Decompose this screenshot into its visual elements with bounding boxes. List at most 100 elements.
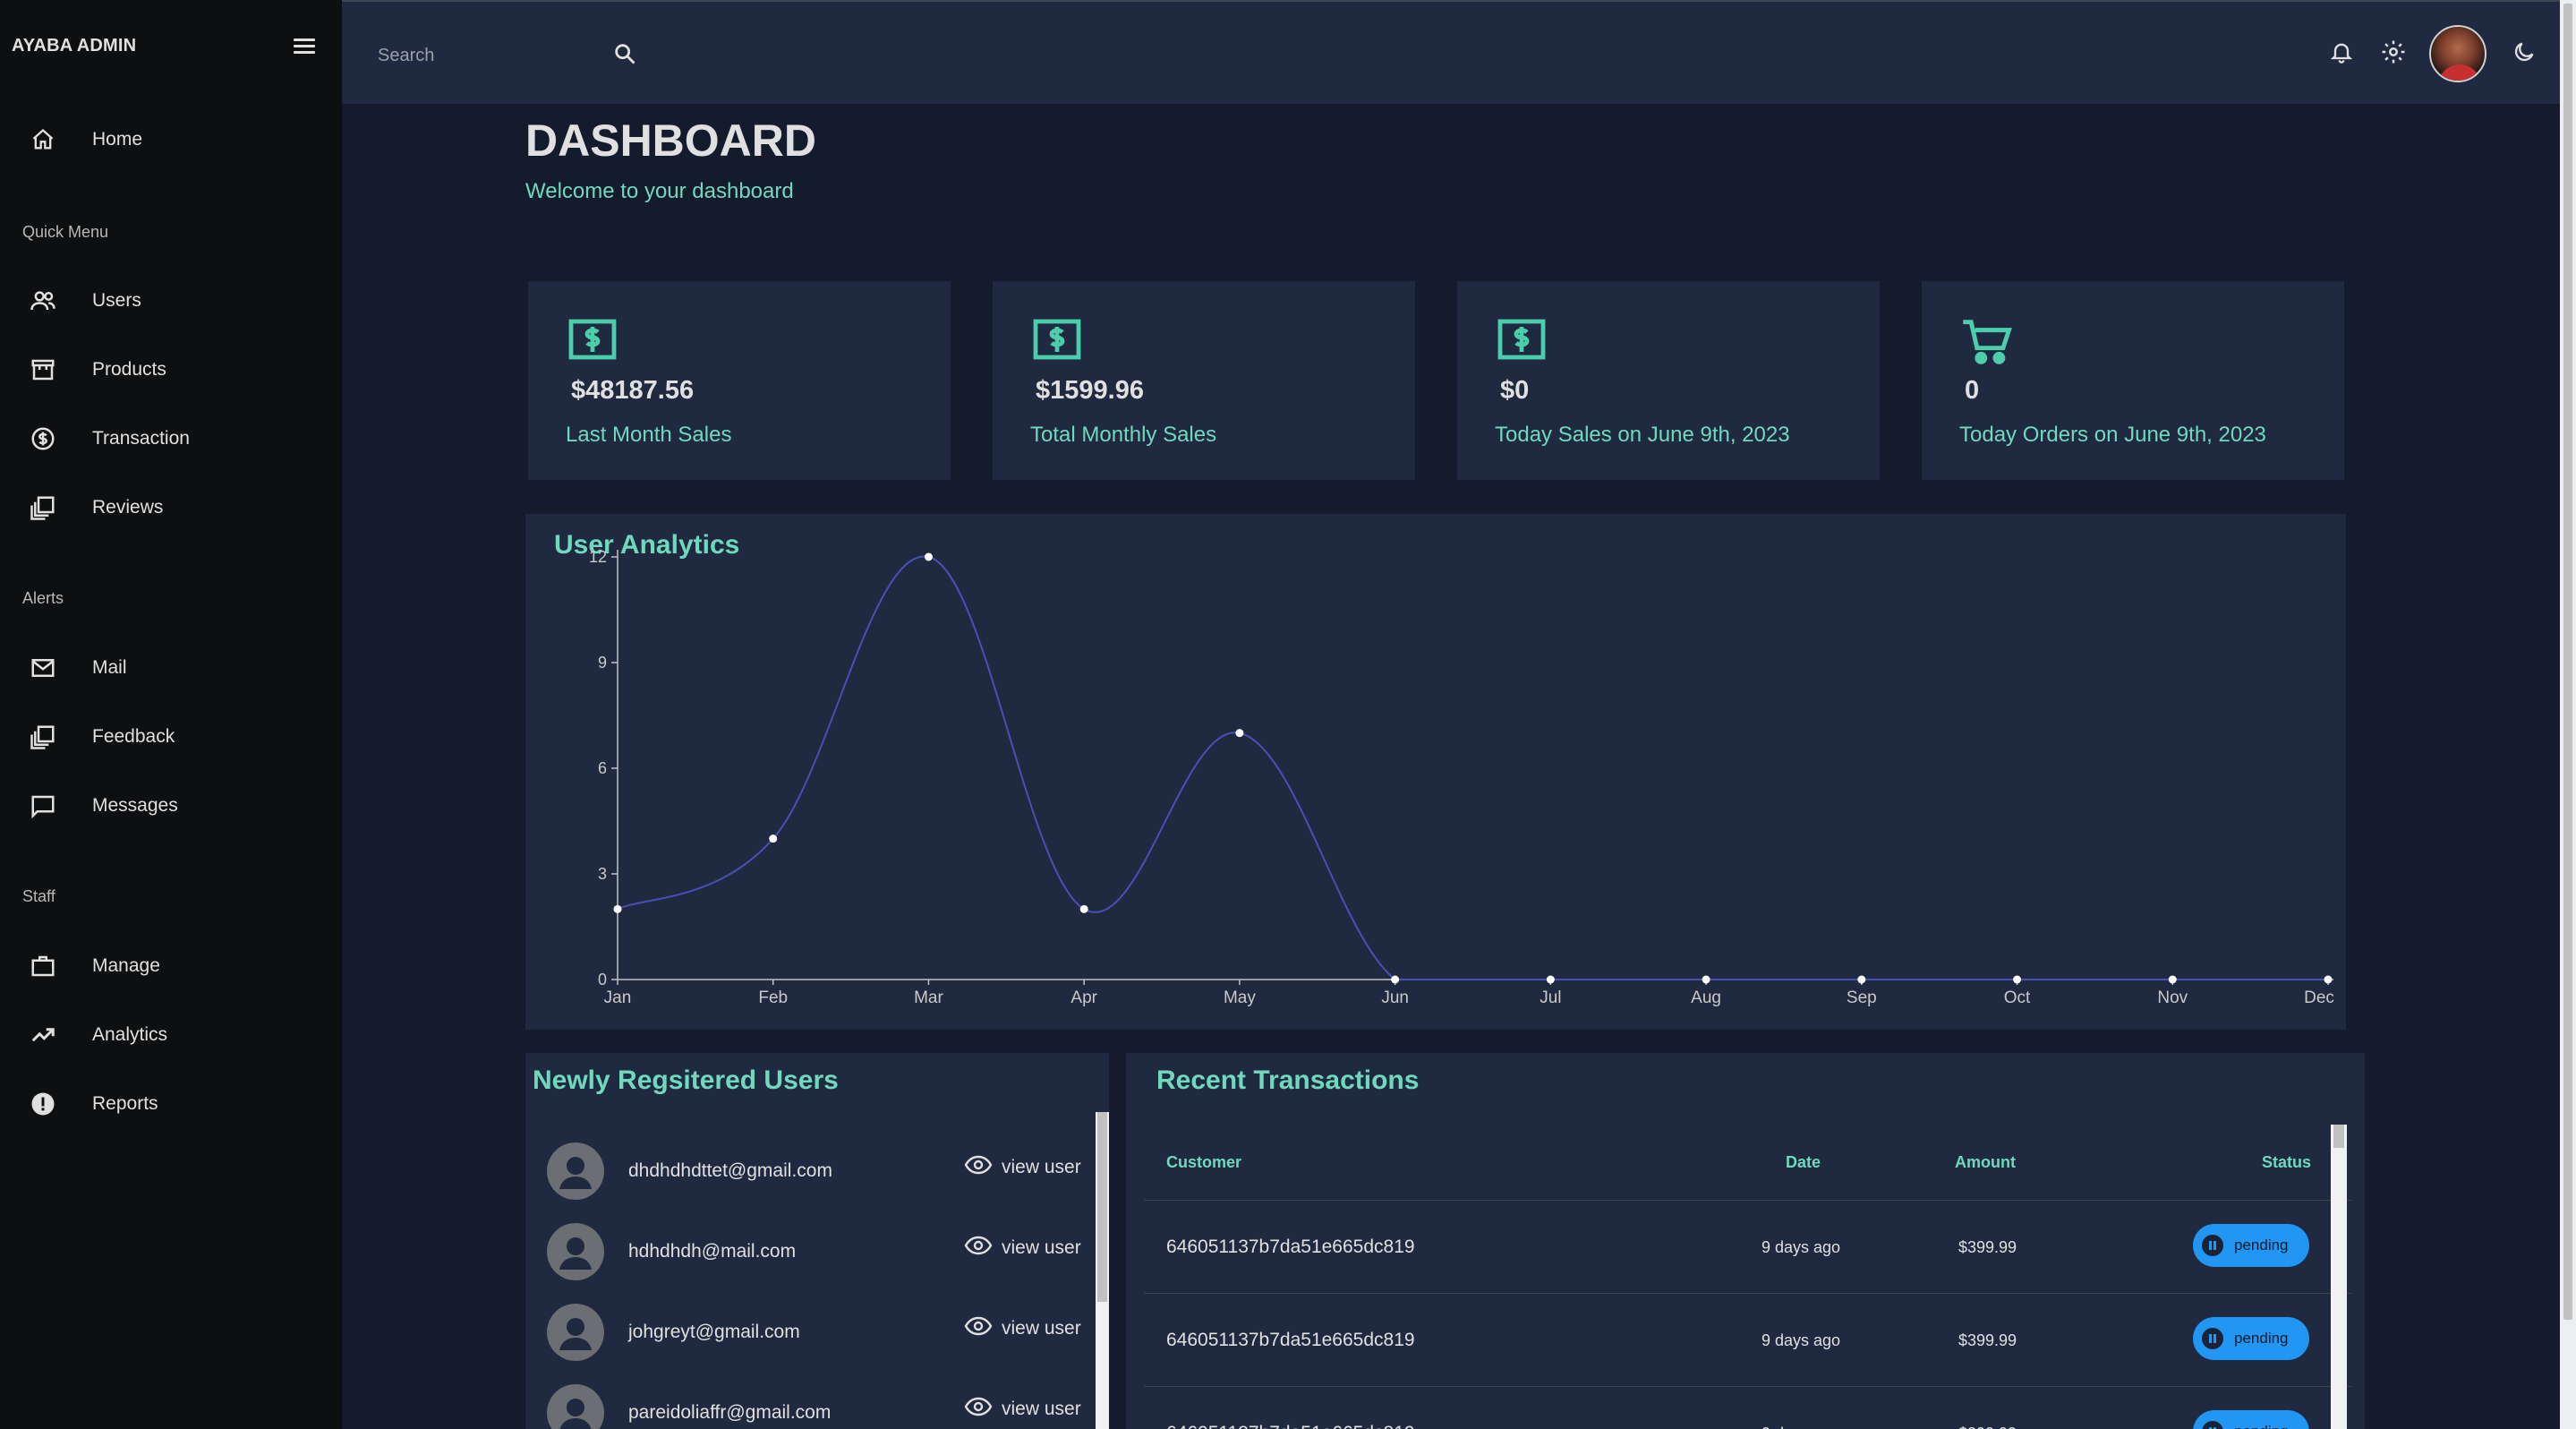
sidebar-item-label: Home <box>92 129 143 150</box>
new-users-panel: Newly Regsitered Users dhdhdhdttet@gmail… <box>525 1053 1109 1429</box>
sidebar: AYABA ADMIN Home Quick Menu Users Produc… <box>0 0 342 1429</box>
recent-transactions-panel: Recent Transactions Customer Date Amount… <box>1126 1053 2365 1429</box>
stat-card-today-sales: $0 Today Sales on June 9th, 2023 <box>1457 281 1880 480</box>
sidebar-item-label: Transaction <box>92 428 190 449</box>
section-staff: Staff <box>22 887 55 905</box>
x-tick-label: Mar <box>914 988 943 1007</box>
stat-value: 0 <box>1965 376 1980 405</box>
column-header-date[interactable]: Date <box>1786 1153 1821 1172</box>
stat-card-total-monthly-sales: $1599.96 Total Monthly Sales <box>993 281 1415 480</box>
eye-icon <box>964 1155 993 1179</box>
user-email: hdhdhdh@mail.com <box>628 1241 797 1262</box>
sidebar-item-users[interactable]: Users <box>0 274 342 328</box>
table-row[interactable]: 646051137b7da51e665dc819 9 days ago $399.9… <box>1144 1200 2352 1293</box>
x-tick-label: Sep <box>1847 988 1877 1007</box>
panel-title: Recent Transactions <box>1156 1065 1420 1095</box>
column-header-amount[interactable]: Amount <box>1955 1153 2016 1172</box>
search-bar <box>378 38 646 73</box>
sidebar-item-home[interactable]: Home <box>0 113 342 167</box>
sidebar-item-label: Messages <box>92 795 178 816</box>
view-user-button[interactable]: view user <box>964 1155 1081 1179</box>
data-point <box>1546 975 1555 984</box>
page-scrollbar[interactable] <box>2560 0 2576 1429</box>
x-tick-label: Nov <box>2157 988 2188 1007</box>
status-badge[interactable]: pending <box>2193 1410 2309 1429</box>
x-tick-label: Feb <box>758 988 788 1007</box>
sidebar-item-feedback[interactable]: Feedback <box>0 710 342 764</box>
y-tick-label: 0 <box>598 971 607 988</box>
view-user-button[interactable]: view user <box>964 1397 1081 1421</box>
data-point <box>1235 729 1244 738</box>
pause-icon <box>2202 1421 2223 1429</box>
table-row[interactable]: 646051137b7da51e665dc819 9 days ago $399.9… <box>1144 1386 2352 1429</box>
sidebar-item-messages[interactable]: Messages <box>0 779 342 833</box>
eye-icon <box>964 1397 993 1421</box>
notifications-icon[interactable] <box>2327 38 2356 66</box>
x-tick-label: Jul <box>1540 988 1561 1007</box>
stat-label: Total Monthly Sales <box>1030 423 1217 447</box>
transaction-amount: $399.99 <box>1958 1331 2017 1349</box>
users-scrollbar[interactable] <box>1096 1112 1109 1429</box>
mail-icon <box>29 654 57 682</box>
list-item: johgreyt@gmail.com view user <box>525 1291 1098 1372</box>
settings-gear-icon[interactable] <box>2379 38 2408 66</box>
user-avatar-icon <box>547 1142 604 1200</box>
alert-circle-icon <box>29 1090 57 1118</box>
view-user-label: view user <box>1002 1156 1081 1177</box>
page-title: DASHBOARD <box>525 116 816 166</box>
list-item: pareidoliaffr@gmail.com view user <box>525 1372 1098 1429</box>
topbar <box>342 0 2560 104</box>
status-label: pending <box>2234 1330 2289 1347</box>
y-tick-label: 6 <box>598 759 607 777</box>
menu-toggle-icon[interactable] <box>292 36 317 61</box>
eye-icon <box>964 1316 993 1340</box>
table-row[interactable]: 646051137b7da51e665dc819 9 days ago $399.9… <box>1144 1293 2352 1386</box>
eye-icon <box>964 1236 993 1260</box>
data-point <box>1391 975 1400 984</box>
transactions-scrollbar[interactable] <box>2331 1125 2347 1429</box>
data-point <box>1079 904 1088 913</box>
stat-value: $0 <box>1500 376 1530 405</box>
sidebar-item-analytics[interactable]: Analytics <box>0 1008 342 1062</box>
search-input[interactable] <box>378 38 575 73</box>
data-point <box>924 552 933 561</box>
sidebar-item-reviews[interactable]: Reviews <box>0 481 342 535</box>
user-analytics-panel: User Analytics 0 3 6 9 12 Jan Feb Mar Apr May Jun J… <box>525 514 2346 1030</box>
shopping-cart-icon <box>1961 317 2012 364</box>
column-header-status[interactable]: Status <box>2262 1153 2311 1172</box>
page-subtitle: Welcome to your dashboard <box>525 179 794 203</box>
column-header-customer[interactable]: Customer <box>1166 1153 1241 1172</box>
status-badge[interactable]: pending <box>2193 1224 2309 1267</box>
view-user-label: view user <box>1002 1317 1081 1339</box>
x-tick-label: Jan <box>604 988 632 1007</box>
transaction-amount: $399.99 <box>1958 1238 2017 1256</box>
sidebar-item-label: Feedback <box>92 726 175 747</box>
status-badge[interactable]: pending <box>2193 1317 2309 1360</box>
stat-value: $1599.96 <box>1036 376 1144 405</box>
view-user-button[interactable]: view user <box>964 1236 1081 1260</box>
dark-mode-moon-icon[interactable] <box>2510 38 2538 66</box>
user-avatar-icon <box>547 1384 604 1429</box>
sidebar-item-mail[interactable]: Mail <box>0 641 342 695</box>
stat-value: $48187.56 <box>571 376 695 405</box>
user-email: pareidoliaffr@gmail.com <box>628 1402 832 1423</box>
people-icon <box>29 287 57 315</box>
y-tick-label: 3 <box>598 865 607 883</box>
sidebar-item-transaction[interactable]: Transaction <box>0 412 342 466</box>
user-avatar[interactable] <box>2429 25 2486 82</box>
library-icon <box>29 723 57 751</box>
search-icon[interactable] <box>612 41 641 70</box>
sidebar-item-manage[interactable]: Manage <box>0 939 342 993</box>
x-tick-label: Dec <box>2304 988 2334 1007</box>
stat-label: Today Orders on June 9th, 2023 <box>1959 423 2266 447</box>
x-tick-label: Oct <box>2004 988 2031 1007</box>
view-user-button[interactable]: view user <box>964 1316 1081 1340</box>
data-point <box>613 904 622 913</box>
sidebar-item-reports[interactable]: Reports <box>0 1077 342 1131</box>
x-tick-label: Aug <box>1691 988 1721 1007</box>
sidebar-item-label: Mail <box>92 657 127 678</box>
sidebar-item-products[interactable]: Products <box>0 343 342 397</box>
x-tick-label: Apr <box>1070 988 1097 1007</box>
x-tick-label: May <box>1224 988 1256 1007</box>
status-label: pending <box>2234 1423 2289 1429</box>
